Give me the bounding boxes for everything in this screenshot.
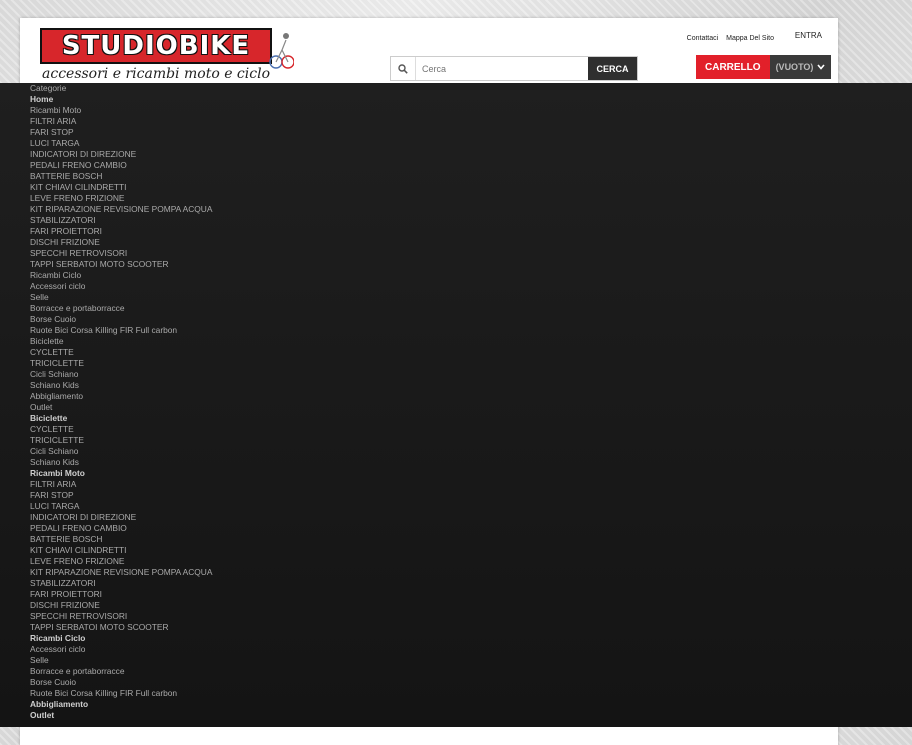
site-logo[interactable]: STUDIOBIKE accessori e ricambi moto e ci… xyxy=(40,28,294,82)
category-tree: Categorie Home Ricambi Moto FILTRI ARIA FARI… xyxy=(30,83,212,721)
cart-status-text: (VUOTO) xyxy=(775,62,814,72)
category-item[interactable]: STABILIZZATORI xyxy=(30,578,212,589)
category-item[interactable]: DISCHI FRIZIONE xyxy=(30,237,212,248)
category-item[interactable]: Cicli Schiano xyxy=(30,446,212,457)
contact-link[interactable]: Contattaci xyxy=(687,35,719,42)
category-item[interactable]: Borracce e portaborracce xyxy=(30,303,212,314)
category-item[interactable]: DISCHI FRIZIONE xyxy=(30,600,212,611)
category-item[interactable]: CYCLETTE xyxy=(30,424,212,435)
category-item[interactable]: Ruote Bici Corsa Killing FIR Full carbon xyxy=(30,325,212,336)
category-item[interactable]: TRICICLETTE xyxy=(30,358,212,369)
category-item[interactable]: LEVE FRENO FRIZIONE xyxy=(30,193,212,204)
category-item[interactable]: TAPPI SERBATOI MOTO SCOOTER xyxy=(30,622,212,633)
category-item[interactable]: TRICICLETTE xyxy=(30,435,212,446)
search-bar: CERCA xyxy=(390,56,638,81)
category-menu-overlay: Categorie Home Ricambi Moto FILTRI ARIA FARI… xyxy=(0,83,912,727)
category-item[interactable]: Borse Cuoio xyxy=(30,314,212,325)
category-item[interactable]: LUCI TARGA xyxy=(30,501,212,512)
category-item[interactable]: Ricambi Ciclo xyxy=(30,270,212,281)
category-item[interactable]: Outlet xyxy=(30,710,212,721)
login-link[interactable]: ENTRA xyxy=(795,31,822,40)
category-item[interactable]: INDICATORI DI DIREZIONE xyxy=(30,512,212,523)
category-item[interactable]: Schiano Kids xyxy=(30,457,212,468)
category-item[interactable]: Borracce e portaborracce xyxy=(30,666,212,677)
category-item[interactable]: Ricambi Ciclo xyxy=(30,633,212,644)
category-item[interactable]: KIT RIPARAZIONE REVISIONE POMPA ACQUA xyxy=(30,567,212,578)
category-item[interactable]: Selle xyxy=(30,292,212,303)
category-item[interactable]: Ricambi Moto xyxy=(30,105,212,116)
category-item[interactable]: Accessori ciclo xyxy=(30,644,212,655)
cart-label: CARRELLO xyxy=(696,55,770,79)
search-icon xyxy=(391,57,416,80)
search-button[interactable]: CERCA xyxy=(588,57,637,80)
category-item[interactable]: Accessori ciclo xyxy=(30,281,212,292)
category-item[interactable]: FARI PROIETTORI xyxy=(30,226,212,237)
category-item[interactable]: Abbigliamento xyxy=(30,699,212,710)
category-item[interactable]: Schiano Kids xyxy=(30,380,212,391)
category-item[interactable]: FARI STOP xyxy=(30,127,212,138)
cart-status: (VUOTO) xyxy=(769,55,832,79)
category-item[interactable]: TAPPI SERBATOI MOTO SCOOTER xyxy=(30,259,212,270)
category-item[interactable]: KIT CHIAVI CILINDRETTI xyxy=(30,182,212,193)
cart-widget[interactable]: CARRELLO (VUOTO) xyxy=(696,55,832,79)
category-item[interactable]: FILTRI ARIA xyxy=(30,116,212,127)
category-item[interactable]: Cicli Schiano xyxy=(30,369,212,380)
category-item[interactable]: Abbigliamento xyxy=(30,391,212,402)
logo-tagline: accessori e ricambi moto e ciclo xyxy=(42,66,270,82)
category-item[interactable]: Biciclette xyxy=(30,336,212,347)
category-item[interactable]: Home xyxy=(30,94,212,105)
category-item[interactable]: KIT CHIAVI CILINDRETTI xyxy=(30,545,212,556)
category-heading: Categorie xyxy=(30,83,67,93)
logo-wordmark: STUDIOBIKE xyxy=(40,28,272,64)
category-item[interactable]: FILTRI ARIA xyxy=(30,479,212,490)
category-item[interactable]: LUCI TARGA xyxy=(30,138,212,149)
category-item[interactable]: Biciclette xyxy=(30,413,212,424)
category-item[interactable]: SPECCHI RETROVISORI xyxy=(30,611,212,622)
category-item[interactable]: Ruote Bici Corsa Killing FIR Full carbon xyxy=(30,688,212,699)
category-item[interactable]: SPECCHI RETROVISORI xyxy=(30,248,212,259)
header-links: Contattaci Mappa Del Sito xyxy=(681,35,774,42)
category-item[interactable]: STABILIZZATORI xyxy=(30,215,212,226)
category-item[interactable]: Outlet xyxy=(30,402,212,413)
category-item[interactable]: INDICATORI DI DIREZIONE xyxy=(30,149,212,160)
sitemap-link[interactable]: Mappa Del Sito xyxy=(726,35,774,42)
category-item[interactable]: Ricambi Moto xyxy=(30,468,212,479)
category-item[interactable]: KIT RIPARAZIONE REVISIONE POMPA ACQUA xyxy=(30,204,212,215)
category-item[interactable]: PEDALI FRENO CAMBIO xyxy=(30,523,212,534)
category-item[interactable]: FARI STOP xyxy=(30,490,212,501)
category-item[interactable]: BATTERIE BOSCH xyxy=(30,534,212,545)
category-item[interactable]: BATTERIE BOSCH xyxy=(30,171,212,182)
category-item[interactable]: Borse Cuoio xyxy=(30,677,212,688)
bike-rider-icon xyxy=(269,33,294,69)
category-item[interactable]: Selle xyxy=(30,655,212,666)
category-item[interactable]: PEDALI FRENO CAMBIO xyxy=(30,160,212,171)
category-item[interactable]: FARI PROIETTORI xyxy=(30,589,212,600)
category-item[interactable]: LEVE FRENO FRIZIONE xyxy=(30,556,212,567)
category-item[interactable]: CYCLETTE xyxy=(30,347,212,358)
chevron-down-icon xyxy=(817,64,826,70)
search-input[interactable] xyxy=(416,57,588,80)
